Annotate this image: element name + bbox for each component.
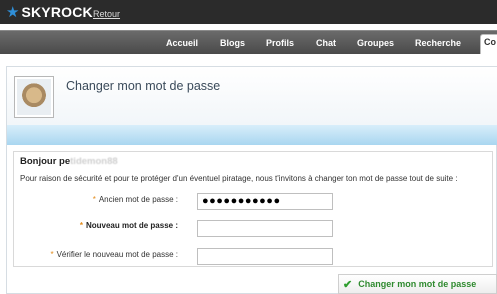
- intro-text: Pour raison de sécurité et pour te proté…: [20, 174, 458, 183]
- verify-password-label: * Vérifier le nouveau mot de passe :: [8, 250, 178, 259]
- nav-current-tab[interactable]: Co: [480, 34, 497, 54]
- checkmark-icon: ✔: [343, 278, 353, 291]
- old-password-label-text: Ancien mot de passe :: [98, 195, 178, 204]
- nav-accueil[interactable]: Accueil: [166, 38, 198, 48]
- old-password-input[interactable]: ●●●●●●●●●●●: [197, 193, 333, 210]
- panel-header: Changer mon mot de passe: [7, 67, 497, 125]
- nav-profils[interactable]: Profils: [266, 38, 294, 48]
- nav-current-label: Co: [484, 37, 496, 47]
- greeting: Bonjour petidemon88: [20, 156, 118, 167]
- required-mark: *: [50, 250, 54, 259]
- verify-password-label-text: Vérifier le nouveau mot de passe :: [56, 250, 178, 259]
- new-password-input[interactable]: [197, 220, 333, 237]
- main-nav: Accueil Blogs Profils Chat Groupes Reche…: [0, 30, 497, 54]
- nav-groupes[interactable]: Groupes: [357, 38, 394, 48]
- verify-password-input[interactable]: [197, 248, 333, 265]
- greeting-prefix: Bonjour pe: [20, 156, 71, 167]
- avatar-image: [17, 79, 51, 115]
- brand-name: SKYROCK: [21, 4, 93, 20]
- nav-blogs[interactable]: Blogs: [220, 38, 245, 48]
- star-icon: ★: [6, 3, 20, 21]
- greeting-username: tidemon88: [70, 156, 118, 167]
- new-password-label-text: Nouveau mot de passe :: [85, 221, 178, 230]
- avatar: [14, 76, 54, 118]
- old-password-label: * Ancien mot de passe :: [8, 195, 178, 204]
- top-bar: ★ SKYROCK Retour: [0, 0, 497, 24]
- required-mark: *: [92, 195, 96, 204]
- new-password-label: * Nouveau mot de passe :: [8, 221, 178, 230]
- nav-recherche[interactable]: Recherche: [415, 38, 461, 48]
- change-password-button[interactable]: ✔ Changer mon mot de passe: [338, 274, 497, 294]
- back-link[interactable]: Retour: [93, 9, 120, 19]
- page-title: Changer mon mot de passe: [66, 79, 221, 93]
- change-password-button-label: Changer mon mot de passe: [358, 279, 477, 289]
- header-band: [7, 125, 497, 145]
- required-mark: *: [79, 221, 83, 230]
- skyrock-logo[interactable]: ★ SKYROCK: [6, 4, 93, 20]
- nav-chat[interactable]: Chat: [316, 38, 336, 48]
